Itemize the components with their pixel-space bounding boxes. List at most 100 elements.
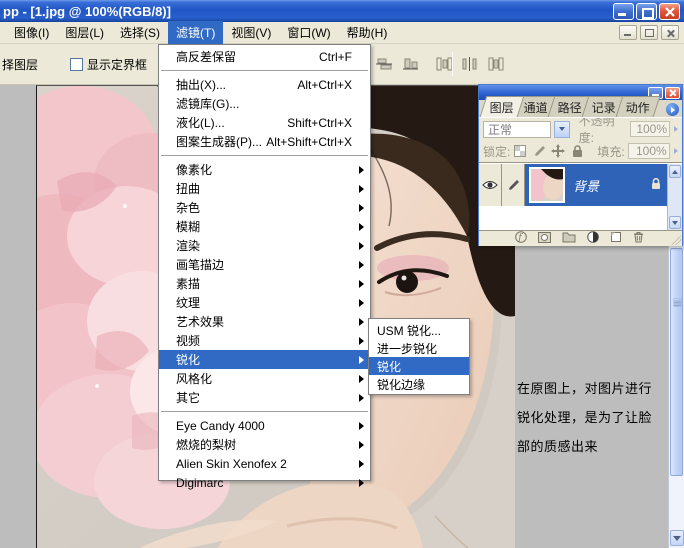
submenu-item-unsharp-mask[interactable]: USM 锐化... (369, 321, 469, 339)
palette-scrollbar[interactable] (667, 164, 682, 230)
menu-filter[interactable]: 滤镜(T) (168, 21, 224, 44)
menu-item-burning-pear[interactable]: 燃烧的梨树 (159, 435, 370, 454)
menu-item-filter-gallery[interactable]: 滤镜库(G)... (159, 94, 370, 113)
menu-view[interactable]: 视图(V) (223, 21, 279, 44)
menu-item-high-pass[interactable]: 高反差保留 Ctrl+F (159, 47, 370, 66)
fill-value[interactable]: 100% (627, 143, 670, 159)
menu-item-liquify[interactable]: 液化(L)... Shift+Ctrl+X (159, 113, 370, 132)
layer-thumbnail[interactable] (528, 167, 565, 203)
tab-layers[interactable]: 图层 (479, 96, 525, 117)
scroll-down-button[interactable] (670, 530, 684, 546)
brush-icon (508, 179, 519, 190)
lock-image-brush-icon[interactable] (532, 144, 546, 158)
options-separator (452, 52, 453, 76)
menu-item-pattern-maker[interactable]: 图案生成器(P)... Alt+Shift+Ctrl+X (159, 132, 370, 151)
svg-text:f: f (517, 233, 523, 243)
menu-item-video[interactable]: 视频 (159, 331, 370, 350)
opacity-value[interactable]: 100% (630, 121, 671, 137)
scrollbar-thumb[interactable] (670, 248, 683, 476)
submenu-arrow-icon (359, 355, 364, 364)
fill-spinner-icon[interactable] (673, 148, 678, 154)
lock-all-icon[interactable] (570, 144, 584, 158)
submenu-item-sharpen[interactable]: 锐化 (369, 357, 469, 375)
palette-menu-button[interactable] (666, 103, 679, 116)
new-layer-icon[interactable] (610, 231, 622, 246)
layer-active-indicator[interactable] (502, 164, 525, 206)
new-group-folder-icon[interactable] (562, 232, 576, 246)
lock-transparency-icon[interactable] (513, 144, 527, 158)
menu-help[interactable]: 帮助(H) (339, 21, 396, 44)
doc-restore-button[interactable] (640, 25, 658, 40)
delete-layer-trash-icon[interactable] (633, 231, 644, 246)
sharpen-submenu: USM 锐化... 进一步锐化 锐化 锐化边缘 (368, 318, 470, 395)
menu-item-sketch[interactable]: 素描 (159, 274, 370, 293)
layers-list: 背景 (479, 162, 682, 230)
doc-minimize-button[interactable] (619, 25, 637, 40)
tab-actions[interactable]: 动作 (615, 96, 661, 117)
lock-label: 锁定: (483, 144, 511, 159)
palette-scroll-up-button[interactable] (669, 165, 681, 178)
menu-item-stylize[interactable]: 风格化 (159, 369, 370, 388)
distribute-left-edges-icon[interactable] (434, 54, 454, 74)
close-icon (665, 7, 675, 17)
opacity-spinner-icon[interactable] (674, 126, 679, 132)
menu-image[interactable]: 图像(I) (6, 21, 57, 44)
menu-item-pixelate[interactable]: 像素化 (159, 160, 370, 179)
layers-palette: 图层 通道 路径 记录 动作 正常 不透明度: 100% 锁定: 填充: 100… (478, 84, 683, 246)
menu-item-brush-strokes[interactable]: 画笔描边 (159, 255, 370, 274)
menu-item-alien-skin[interactable]: Alien Skin Xenofex 2 (159, 454, 370, 473)
chevron-down-icon[interactable] (554, 120, 570, 138)
lock-position-icon[interactable] (551, 144, 566, 158)
menu-item-extract[interactable]: 抽出(X)... Alt+Ctrl+X (159, 75, 370, 94)
menu-item-other[interactable]: 其它 (159, 388, 370, 407)
menu-item-sharpen[interactable]: 锐化 (159, 350, 370, 369)
menu-item-distort[interactable]: 扭曲 (159, 179, 370, 198)
menu-item-texture[interactable]: 纹理 (159, 293, 370, 312)
menu-bar: 图像(I) 图层(L) 选择(S) 滤镜(T) 视图(V) 窗口(W) 帮助(H… (0, 21, 684, 44)
adjustment-layer-icon[interactable] (587, 231, 599, 246)
minimize-button[interactable] (613, 3, 634, 20)
palette-scroll-down-button[interactable] (669, 216, 681, 229)
submenu-arrow-icon (359, 478, 364, 487)
lock-row: 锁定: 填充: 100% (479, 140, 682, 162)
submenu-item-sharpen-more[interactable]: 进一步锐化 (369, 339, 469, 357)
submenu-arrow-icon (359, 317, 364, 326)
layer-name: 背景 (573, 178, 600, 194)
align-vertical-centers-icon[interactable] (374, 54, 394, 74)
add-layer-mask-icon[interactable] (538, 231, 551, 246)
submenu-arrow-icon (359, 241, 364, 250)
menu-item-artistic[interactable]: 艺术效果 (159, 312, 370, 331)
doc-close-button[interactable] (661, 25, 679, 40)
blend-mode-select[interactable]: 正常 (483, 120, 552, 138)
layer-visibility-toggle[interactable] (479, 164, 502, 206)
filter-menu-dropdown: 高反差保留 Ctrl+F 抽出(X)... Alt+Ctrl+X 滤镜库(G)...… (158, 44, 371, 490)
restore-button[interactable] (636, 3, 657, 20)
submenu-item-sharpen-edges[interactable]: 锐化边缘 (369, 375, 469, 393)
submenu-arrow-icon (359, 260, 364, 269)
menu-window[interactable]: 窗口(W) (279, 21, 338, 44)
submenu-arrow-icon (359, 222, 364, 231)
menu-item-blur[interactable]: 模糊 (159, 217, 370, 236)
layer-lock-icon (651, 177, 661, 193)
menu-select[interactable]: 选择(S) (112, 21, 168, 44)
align-bottom-edges-icon[interactable] (400, 54, 420, 74)
palette-tabs: 图层 通道 路径 记录 动作 (479, 96, 682, 118)
palette-close-button[interactable] (665, 86, 680, 99)
palette-resize-grip[interactable] (671, 235, 681, 245)
annotation-line: 部的质感出来 (517, 439, 599, 454)
photoshop-window: pp - [1.jpg @ 100%(RGB/8)] 图像(I) 图层(L) 选… (0, 0, 684, 548)
menu-item-eye-candy[interactable]: Eye Candy 4000 (159, 416, 370, 435)
distribute-right-edges-icon[interactable] (486, 54, 506, 74)
menu-item-digimarc[interactable]: Digimarc (159, 473, 370, 492)
tutorial-annotation: 在原图上，对图片进行 锐化处理，是为了让脸 部的质感出来 (517, 374, 669, 461)
title-bar: pp - [1.jpg @ 100%(RGB/8)] (0, 0, 684, 22)
show-bounding-box-checkbox[interactable] (70, 57, 84, 71)
window-title: pp - [1.jpg @ 100%(RGB/8)] (3, 3, 171, 19)
layer-style-icon[interactable]: f (515, 231, 527, 246)
menu-item-render[interactable]: 渲染 (159, 236, 370, 255)
layer-row-background[interactable]: 背景 (479, 164, 667, 206)
distribute-horizontal-centers-icon[interactable] (460, 54, 480, 74)
menu-layer[interactable]: 图层(L) (57, 21, 112, 44)
menu-item-noise[interactable]: 杂色 (159, 198, 370, 217)
close-button[interactable] (659, 3, 680, 20)
